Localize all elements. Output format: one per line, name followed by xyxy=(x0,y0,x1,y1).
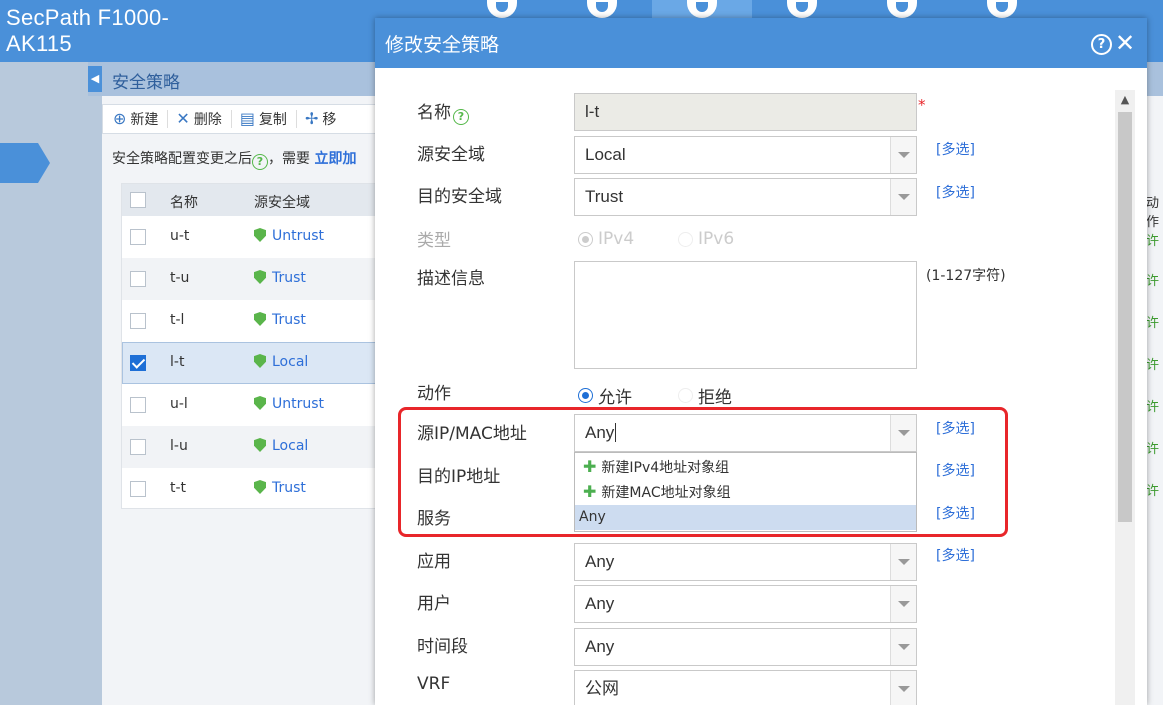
select-all-checkbox[interactable] xyxy=(130,192,146,208)
copy-button[interactable]: ▤ 复制 xyxy=(232,110,297,128)
name-field[interactable]: l-t xyxy=(574,93,917,131)
src-zone-select[interactable]: Local xyxy=(574,136,917,174)
tab-security-policy[interactable]: 安全策略 xyxy=(112,68,180,93)
chevron-down-icon[interactable] xyxy=(890,586,916,622)
column-header-src-zone[interactable]: 源安全域 xyxy=(254,192,310,212)
scroll-up-icon[interactable]: ▲ xyxy=(1115,90,1135,110)
required-mark: * xyxy=(918,96,926,114)
delete-button[interactable]: ✕ 删除 xyxy=(168,109,232,128)
collapse-arrow-icon[interactable]: ◀ xyxy=(88,66,102,92)
scroll-thumb[interactable] xyxy=(1118,112,1132,522)
shield-icon xyxy=(254,312,266,326)
shield-icon xyxy=(254,396,266,410)
policy-table: 名称 源安全域 u-t Untrust t-u Trust t-l Trust … xyxy=(121,183,412,510)
help-icon[interactable]: ? xyxy=(1091,34,1112,55)
description-label: 描述信息 xyxy=(417,269,485,289)
time-range-select[interactable]: Any xyxy=(574,628,917,666)
highlight-box xyxy=(398,407,1008,537)
plus-circle-icon: ⊕ xyxy=(113,109,127,128)
dialog-title: 修改安全策略 xyxy=(385,34,500,56)
chevron-down-icon[interactable] xyxy=(890,671,916,705)
type-ipv4-radio: IPv4 xyxy=(578,229,634,249)
time-range-label: 时间段 xyxy=(417,637,468,657)
table-row[interactable]: t-t Trust xyxy=(122,468,412,510)
monitor-icon[interactable] xyxy=(452,0,552,18)
table-header: 名称 源安全域 xyxy=(122,184,412,216)
shield-icon xyxy=(254,438,266,452)
globe-icon[interactable] xyxy=(852,0,952,18)
notice-text: 安全策略配置变更之后? ，需要 立即加 xyxy=(112,151,357,170)
move-button[interactable]: ✢ 移 xyxy=(297,109,345,129)
row-checkbox[interactable] xyxy=(130,313,146,329)
share-icon[interactable] xyxy=(752,0,852,18)
row-checkbox[interactable] xyxy=(130,271,146,287)
chevron-down-icon[interactable] xyxy=(890,544,916,580)
x-icon: ✕ xyxy=(176,109,190,128)
row-checkbox[interactable] xyxy=(130,397,146,413)
dialog-scrollbar[interactable]: ▲ xyxy=(1115,90,1135,705)
vrf-label: VRF xyxy=(417,674,451,694)
desktop-icon[interactable] xyxy=(952,0,1052,18)
src-zone-multi-link[interactable]: [多选] xyxy=(936,139,975,159)
edit-policy-dialog: 修改安全策略 ? ✕ ▲ 名称? l-t * 源安全域 Local [多选] 目… xyxy=(375,18,1147,705)
name-label: 名称? xyxy=(417,98,469,125)
dialog-header: 修改安全策略 ? ✕ xyxy=(375,18,1147,68)
user-label: 用户 xyxy=(417,594,451,614)
shield-icon xyxy=(254,270,266,284)
table-row[interactable]: t-u Trust xyxy=(122,258,412,300)
table-row-selected[interactable]: l-t Local xyxy=(122,342,412,384)
src-zone-label: 源安全域 xyxy=(417,145,485,165)
column-header-name[interactable]: 名称 xyxy=(170,192,198,212)
type-ipv6-radio: IPv6 xyxy=(678,229,734,249)
shield-icon xyxy=(254,354,266,368)
dst-zone-select[interactable]: Trust xyxy=(574,178,917,216)
row-checkbox[interactable] xyxy=(130,229,146,245)
copy-icon: ▤ xyxy=(239,109,255,128)
action-deny-radio[interactable]: 拒绝 xyxy=(678,383,732,408)
description-hint: (1-127字符) xyxy=(926,268,1006,284)
description-textarea[interactable] xyxy=(574,261,917,369)
chevron-down-icon[interactable] xyxy=(890,629,916,665)
vrf-select[interactable]: 公网 xyxy=(574,670,917,705)
toolbar: ⊕ 新建 ✕ 删除 ▤ 复制 ✢ 移 xyxy=(102,104,402,134)
dst-zone-multi-link[interactable]: [多选] xyxy=(936,182,975,202)
app-multi-link[interactable]: [多选] xyxy=(936,545,975,565)
camera-icon[interactable] xyxy=(552,0,652,18)
user-select[interactable]: Any xyxy=(574,585,917,623)
row-checkbox[interactable] xyxy=(130,481,146,497)
apply-now-link[interactable]: 立即加 xyxy=(314,151,356,167)
app-select[interactable]: Any xyxy=(574,543,917,581)
row-checkbox[interactable] xyxy=(130,439,146,455)
row-checkbox[interactable] xyxy=(130,355,146,371)
chevron-down-icon[interactable] xyxy=(890,179,916,215)
product-brand: SecPath F1000- AK115 xyxy=(6,5,170,56)
dst-zone-label: 目的安全域 xyxy=(417,187,502,207)
shield-icon xyxy=(254,228,266,242)
shield-icon xyxy=(254,480,266,494)
app-label: 应用 xyxy=(417,552,451,572)
type-label: 类型 xyxy=(417,231,451,251)
move-icon: ✢ xyxy=(304,109,319,128)
chevron-down-icon[interactable] xyxy=(890,137,916,173)
help-icon[interactable]: ? xyxy=(252,154,268,170)
action-permit-radio[interactable]: 允许 xyxy=(578,383,632,408)
column-header-action: 动作 xyxy=(1146,196,1160,230)
new-button[interactable]: ⊕ 新建 xyxy=(111,109,169,128)
shield-plus-icon[interactable] xyxy=(652,0,752,18)
action-label: 动作 xyxy=(417,384,451,404)
table-row[interactable]: u-l Untrust xyxy=(122,384,412,426)
table-row[interactable]: u-t Untrust xyxy=(122,216,412,258)
table-row[interactable]: l-u Local xyxy=(122,426,412,468)
help-icon[interactable]: ? xyxy=(453,109,469,125)
table-row[interactable]: t-l Trust xyxy=(122,300,412,342)
close-icon[interactable]: ✕ xyxy=(1115,29,1135,57)
